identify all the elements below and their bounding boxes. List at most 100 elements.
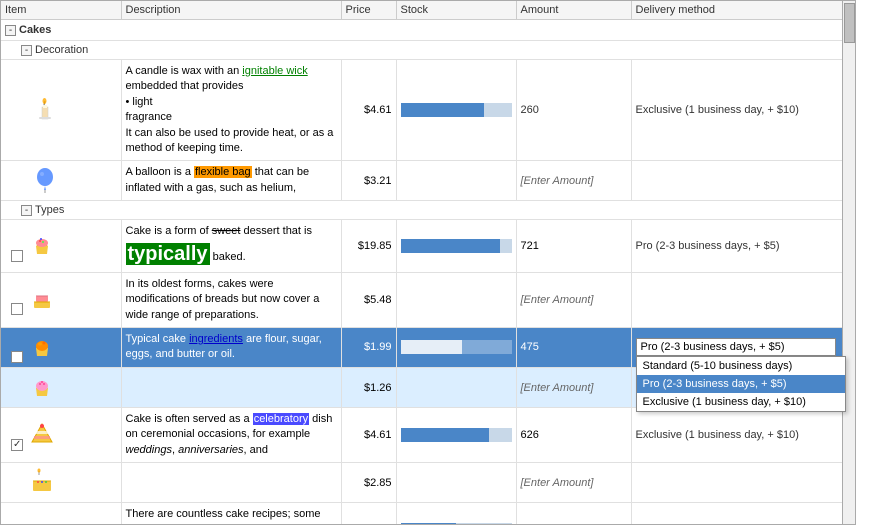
amount-cell[interactable]: 475: [516, 327, 631, 367]
table-row[interactable]: Typical cake ingredients are flour, suga…: [1, 327, 844, 367]
collapse-types[interactable]: -: [21, 205, 32, 216]
delivery-cell[interactable]: [631, 463, 844, 503]
table-body: -Cakes-Decoration A candle is wax with a…: [1, 20, 844, 525]
amount-cell[interactable]: 381: [516, 503, 631, 525]
price-cell: $1.99: [341, 327, 396, 367]
collapse-cakes[interactable]: -: [5, 25, 16, 36]
table-row[interactable]: Cake is often served as a celebratory di…: [1, 408, 844, 463]
delivery-cell[interactable]: Exclusive (1 business day, + $10): [631, 408, 844, 463]
enter-amount[interactable]: [Enter Amount]: [521, 294, 594, 306]
delivery-option-pro[interactable]: Pro (2-3 business days, + $5): [637, 375, 845, 393]
amount-cell[interactable]: 260: [516, 60, 631, 161]
enter-amount[interactable]: [Enter Amount]: [521, 477, 594, 489]
item-cell: [1, 220, 121, 272]
desc-cell: A balloon is a flexible bag that can be …: [121, 161, 341, 201]
item-icon: [28, 391, 56, 403]
desc-cell: In its oldest forms, cakes were modifica…: [121, 272, 341, 327]
col-header-stock: Stock: [396, 1, 516, 20]
item-cell: [1, 503, 121, 525]
item-icon: [28, 486, 56, 498]
price-cell: $4.61: [341, 60, 396, 161]
stock-cell: [396, 503, 516, 525]
stock-cell: [396, 272, 516, 327]
item-icon: [28, 303, 56, 315]
stock-cell: [396, 327, 516, 367]
desc-cell: [121, 463, 341, 503]
col-header-amount: Amount: [516, 1, 631, 20]
desc-cell: Cake is often served as a celebratory di…: [121, 408, 341, 463]
stock-cell: [396, 220, 516, 272]
table-row[interactable]: In its oldest forms, cakes were modifica…: [1, 272, 844, 327]
delivery-option-standard[interactable]: Standard (5-10 business days): [637, 357, 845, 375]
collapse-decoration[interactable]: -: [21, 45, 32, 56]
scrollbar[interactable]: [842, 1, 855, 525]
col-header-delivery: Delivery method: [631, 1, 844, 20]
amount-value: 475: [521, 341, 539, 353]
table-row[interactable]: A candle is wax with an ignitable wick e…: [1, 60, 844, 161]
col-header-item: Item: [1, 1, 121, 20]
row-checkbox[interactable]: [11, 303, 23, 315]
selected-delivery-label: Pro (2-3 business days, + $5): [641, 341, 820, 353]
amount-cell[interactable]: [Enter Amount]: [516, 368, 631, 408]
subsection-types-label: Types: [35, 204, 64, 216]
item-cell: [1, 408, 121, 463]
row-checkbox[interactable]: [11, 250, 23, 262]
price-cell: $4.61: [341, 408, 396, 463]
stock-cell: [396, 463, 516, 503]
row-checkbox[interactable]: [11, 439, 23, 451]
table-row[interactable]: A balloon is a flexible bag that can be …: [1, 161, 844, 201]
price-cell: $5.48: [341, 272, 396, 327]
product-table: Item Description Price Stock Amount Deli…: [1, 1, 845, 525]
desc-cell: [121, 368, 341, 408]
section-cakes: -Cakes: [1, 20, 844, 41]
subsection-types: -Types: [1, 201, 844, 220]
scrollbar-thumb[interactable]: [844, 3, 855, 43]
amount-cell[interactable]: 626: [516, 408, 631, 463]
col-header-price: Price: [341, 1, 396, 20]
delivery-cell[interactable]: Exclusive (1 business day, + $10): [631, 60, 844, 161]
amount-cell[interactable]: 721: [516, 220, 631, 272]
delivery-cell[interactable]: [631, 161, 844, 201]
amount-cell[interactable]: [Enter Amount]: [516, 161, 631, 201]
price-cell: $1.26: [341, 368, 396, 408]
item-icon: [31, 114, 59, 126]
item-cell: [1, 272, 121, 327]
delivery-dropdown-list[interactable]: Standard (5-10 business days) Pro (2-3 b…: [636, 356, 846, 412]
desc-cell: Cake is a form of sweet dessert that is …: [121, 220, 341, 272]
delivery-value: Exclusive (1 business day, + $10): [636, 429, 799, 441]
item-icon: [28, 249, 56, 261]
section-cakes-label: Cakes: [19, 24, 51, 36]
delivery-option-exclusive[interactable]: Exclusive (1 business day, + $10): [637, 393, 845, 411]
item-icon: [28, 439, 56, 451]
col-header-desc: Description: [121, 1, 341, 20]
item-cell: [1, 60, 121, 161]
delivery-cell[interactable]: Pro (2-3 business days, + $5): [631, 220, 844, 272]
table-row[interactable]: Cake is a form of sweet dessert that is …: [1, 220, 844, 272]
table-row[interactable]: $2.85 [Enter Amount]: [1, 463, 844, 503]
delivery-value: Exclusive (1 business day, + $10): [636, 104, 799, 116]
row-checkbox[interactable]: [11, 351, 23, 363]
amount-cell[interactable]: [Enter Amount]: [516, 463, 631, 503]
price-cell: $2.85: [341, 463, 396, 503]
desc-cell: There are countless cake recipes; some a…: [121, 503, 341, 525]
delivery-cell[interactable]: Pro (2-3 business days, + $5): [631, 503, 844, 525]
price-cell: $19.85: [341, 220, 396, 272]
stock-cell: [396, 161, 516, 201]
item-cell: [1, 327, 121, 367]
delivery-dropdown-container[interactable]: Pro (2-3 business days, + $5) ▼ Standard…: [636, 338, 840, 356]
item-cell: [1, 161, 121, 201]
enter-amount[interactable]: [Enter Amount]: [521, 382, 594, 394]
desc-cell: A candle is wax with an ignitable wick e…: [121, 60, 341, 161]
delivery-cell[interactable]: [631, 272, 844, 327]
amount-cell[interactable]: [Enter Amount]: [516, 272, 631, 327]
subsection-decoration: -Decoration: [1, 41, 844, 60]
delivery-cell[interactable]: Pro (2-3 business days, + $5) ▼ Standard…: [631, 327, 844, 367]
desc-cell: Typical cake ingredients are flour, suga…: [121, 327, 341, 367]
price-cell: $6.09: [341, 503, 396, 525]
table-row[interactable]: There are countless cake recipes; some a…: [1, 503, 844, 525]
item-icon: [31, 184, 59, 196]
dropdown-display[interactable]: Pro (2-3 business days, + $5) ▼: [636, 338, 836, 356]
amount-value: 626: [521, 429, 539, 441]
enter-amount[interactable]: [Enter Amount]: [521, 175, 594, 187]
amount-value: 260: [521, 104, 539, 116]
